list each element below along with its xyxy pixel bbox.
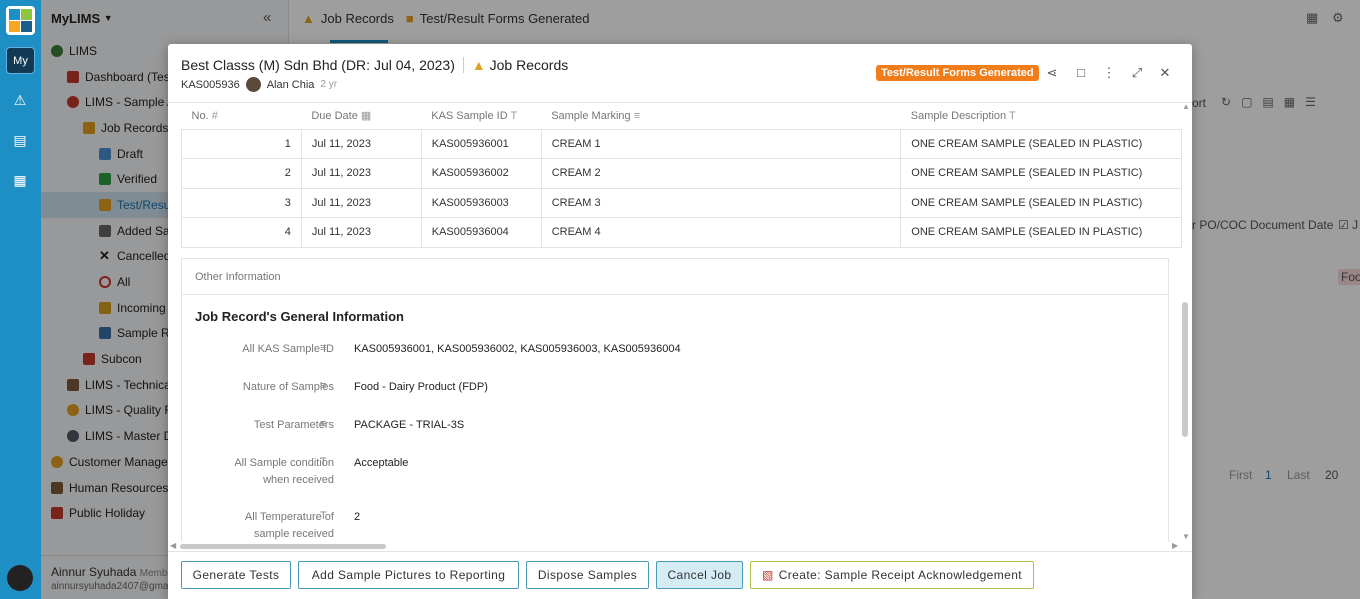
col-no-label: No. (191, 109, 209, 122)
user-avatar[interactable] (7, 565, 33, 591)
cell-sample-marking: CREAM 1 (540, 128, 902, 159)
col-sample-marking-label: Sample Marking (551, 109, 631, 122)
col-due-date-label: Due Date (311, 110, 358, 123)
cell-sample-id: KAS005936003 (420, 187, 542, 218)
long-text-icon: ≡ (633, 109, 641, 122)
cell-due-date: Jul 11, 2023 (300, 217, 422, 248)
comment-icon[interactable]: □ (1073, 65, 1089, 81)
general-information-title: Job Record's General Information (195, 309, 404, 324)
add-sample-pictures-button[interactable]: Add Sample Pictures to Reporting (298, 561, 519, 589)
generate-tests-button[interactable]: Generate Tests (181, 561, 291, 589)
horizontal-scrollbar[interactable] (180, 544, 386, 549)
other-information-panel: Other Information Job Record's General I… (181, 258, 1169, 542)
cell-sample-id: KAS005936004 (420, 217, 542, 248)
cell-sample-description: ONE CREAM SAMPLE (SEALED IN PLASTIC) (900, 187, 1182, 218)
col-sample-description[interactable]: Sample Description T (900, 103, 1182, 130)
modal-body[interactable]: No. # Due Date ▦ KAS Sample ID T Sample … (168, 102, 1192, 542)
pdf-icon: ▧ (761, 568, 774, 582)
cell-due-date: Jul 11, 2023 (300, 158, 422, 189)
table-row[interactable]: 4 Jul 11, 2023 KAS005936004 CREAM 4 ONE CREA… (181, 217, 1182, 248)
calendar-icon: ▦ (360, 110, 372, 123)
table-row[interactable]: 3 Jul 11, 2023 KAS005936003 CREAM 3 ONE CREA… (181, 187, 1182, 218)
created-ago: 2 yr (320, 79, 338, 90)
app-rail: My ⚠ ▤ ▦ (0, 0, 41, 599)
cell-due-date: Jul 11, 2023 (300, 187, 422, 218)
chart-icon[interactable]: ▤ (12, 132, 28, 148)
long-text-icon: ≡ (320, 418, 327, 430)
cell-no: 4 (181, 217, 302, 248)
status-badge: Test/Result Forms Generated (876, 65, 1039, 81)
field-value: Food - Dairy Product (FDP) (354, 381, 488, 393)
cell-sample-description: ONE CREAM SAMPLE (SEALED IN PLASTIC) (900, 158, 1182, 189)
text-type-icon: T (320, 456, 327, 468)
col-sample-marking[interactable]: Sample Marking ≡ (541, 103, 901, 130)
cell-sample-marking: CREAM 2 (540, 158, 902, 189)
text-type-icon: T (510, 109, 518, 122)
cell-sample-id: KAS005936002 (420, 158, 542, 189)
col-no[interactable]: No. # (181, 103, 302, 130)
cell-sample-id: KAS005936001 (420, 128, 542, 159)
modal-footer: Generate Tests Add Sample Pictures to Re… (168, 551, 1192, 599)
col-sample-description-label: Sample Description (910, 109, 1007, 122)
job-id: KAS005936 (181, 78, 240, 91)
scroll-up-icon[interactable]: ▲ (1182, 102, 1190, 111)
field-value: PACKAGE - TRIAL-3S (354, 419, 465, 431)
cancel-job-button[interactable]: Cancel Job (656, 561, 743, 589)
cell-no: 1 (181, 128, 302, 159)
expand-icon[interactable]: ⤢ (1129, 65, 1145, 81)
number-icon: # (211, 109, 218, 122)
app-logo[interactable] (6, 6, 35, 35)
modal-title: Best Classs (M) Sdn Bhd (DR: Jul 04, 202… (181, 57, 455, 73)
cell-sample-marking: CREAM 4 (540, 217, 902, 248)
field-value: 2 (354, 511, 361, 523)
cell-no: 2 (181, 158, 302, 189)
cell-sample-marking: CREAM 3 (540, 187, 902, 218)
text-type-icon: T (320, 510, 327, 522)
field-label: Test Parameters (253, 419, 334, 431)
field-label: All Sample condition when received (234, 457, 334, 486)
table-header-row: No. # Due Date ▦ KAS Sample ID T Sample … (181, 103, 1182, 130)
flask-icon: ▲ (471, 57, 486, 73)
vertical-scrollbar[interactable] (1182, 302, 1188, 437)
scroll-left-icon[interactable]: ◀ (170, 541, 176, 550)
field-label: Nature of Samples (242, 381, 334, 393)
scroll-down-icon[interactable]: ▼ (1182, 532, 1190, 541)
create-receipt-label: Create: Sample Receipt Acknowledgement (778, 568, 1023, 582)
share-icon[interactable]: ⋖ (1044, 65, 1060, 81)
user-avatar (245, 77, 261, 92)
field-label: All KAS Sample ID (242, 343, 334, 355)
created-by: Alan Chia (266, 78, 315, 91)
other-information-title: Other Information (182, 259, 1168, 295)
cell-sample-description: ONE CREAM SAMPLE (SEALED IN PLASTIC) (900, 217, 1182, 248)
bell-icon[interactable]: ⚠ (12, 92, 28, 108)
close-icon[interactable]: ✕ (1157, 65, 1173, 81)
long-text-icon: ≡ (320, 342, 327, 354)
col-due-date[interactable]: Due Date ▦ (301, 103, 422, 130)
modal-module-name[interactable]: Job Records (490, 57, 569, 73)
field-value: Acceptable (354, 457, 409, 469)
cell-no: 3 (181, 187, 302, 218)
field-value: KAS005936001, KAS005936002, KAS005936003… (354, 343, 681, 355)
col-sample-id-label: KAS Sample ID (431, 109, 508, 122)
col-sample-id[interactable]: KAS Sample ID T (421, 103, 542, 130)
table-row[interactable]: 1 Jul 11, 2023 KAS005936001 CREAM 1 ONE CREA… (181, 128, 1182, 159)
calendar-icon[interactable]: ▦ (12, 172, 28, 188)
modal-header: Best Classs (M) Sdn Bhd (DR: Jul 04, 202… (181, 57, 568, 73)
text-type-icon: T (1009, 109, 1016, 122)
field-label: All Temperature of sample received (244, 511, 334, 540)
table-row[interactable]: 2 Jul 11, 2023 KAS005936002 CREAM 2 ONE CREA… (181, 158, 1182, 189)
long-text-icon: ≡ (320, 380, 327, 392)
scroll-right-icon[interactable]: ▶ (1172, 541, 1178, 550)
more-vert-icon[interactable]: ⋮ (1101, 65, 1117, 81)
samples-table: No. # Due Date ▦ KAS Sample ID T Sample … (181, 103, 1182, 248)
dispose-samples-button[interactable]: Dispose Samples (526, 561, 649, 589)
job-record-modal: Best Classs (M) Sdn Bhd (DR: Jul 04, 202… (168, 44, 1192, 599)
modal-subheader: KAS005936 Alan Chia 2 yr (181, 77, 337, 92)
my-workspace-button[interactable]: My (6, 47, 35, 74)
cell-sample-description: ONE CREAM SAMPLE (SEALED IN PLASTIC) (900, 128, 1182, 159)
create-receipt-button[interactable]: ▧ Create: Sample Receipt Acknowledgement (750, 561, 1034, 589)
cell-due-date: Jul 11, 2023 (300, 128, 422, 159)
